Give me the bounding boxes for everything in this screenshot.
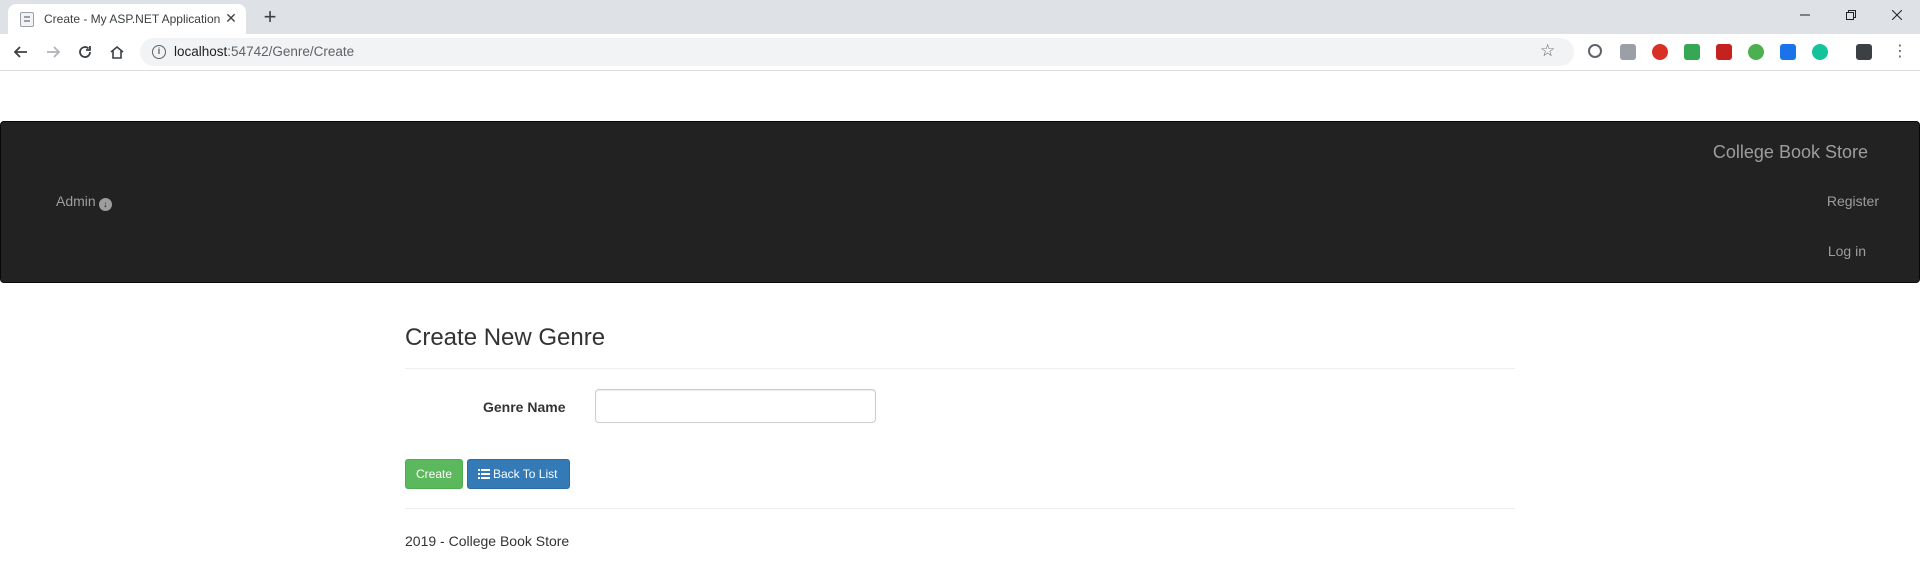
site-navbar: College Book Store Admin ↓ Register Log i… (0, 121, 1920, 283)
restore-icon (1846, 10, 1856, 21)
create-button[interactable]: Create (405, 459, 463, 489)
browser-tab[interactable]: Create - My ASP.NET Application ✕ (8, 4, 246, 34)
restore-button[interactable] (1828, 0, 1874, 30)
arrow-left-icon (13, 46, 27, 58)
home-button[interactable] (105, 40, 129, 64)
stop-extension-icon[interactable] (1652, 44, 1668, 60)
reload-button[interactable] (73, 40, 97, 64)
browser-toolbar: i localhost:54742/Genre/Create ☆ ⋮ (0, 34, 1920, 71)
info-icon[interactable]: i (152, 45, 166, 59)
minimize-button[interactable] (1782, 0, 1828, 30)
forward-button[interactable] (41, 40, 65, 64)
admin-label: Admin (56, 193, 96, 209)
tab-title: Create - My ASP.NET Application (44, 12, 221, 26)
url-text[interactable]: localhost:54742/Genre/Create (174, 44, 354, 59)
divider (405, 368, 1515, 369)
register-link[interactable]: Register (1827, 193, 1879, 209)
close-icon (1891, 9, 1903, 21)
check-extension-icon[interactable] (1748, 44, 1764, 60)
page-favicon-icon (20, 12, 34, 27)
bookmark-star-icon[interactable]: ☆ (1540, 41, 1555, 61)
genre-name-label: Genre Name (483, 399, 566, 415)
reload-icon (79, 45, 91, 58)
minimize-icon (1800, 14, 1810, 16)
url-host: localhost (174, 44, 228, 59)
list-icon (478, 469, 490, 479)
genre-name-input[interactable] (595, 389, 876, 423)
media-extension-icon[interactable] (1716, 44, 1732, 60)
speed-extension-icon[interactable] (1588, 44, 1602, 58)
printer-extension-icon[interactable] (1684, 44, 1700, 60)
home-icon (110, 45, 124, 59)
grammarly-extension-icon[interactable] (1812, 44, 1828, 60)
circle-arrow-down-icon: ↓ (98, 198, 112, 211)
brand-link[interactable]: College Book Store (1713, 142, 1868, 163)
page-title: Create New Genre (405, 324, 606, 351)
calendar-extension-icon[interactable] (1780, 44, 1796, 60)
back-to-list-label: Back To List (493, 467, 558, 481)
close-window-button[interactable] (1874, 0, 1920, 30)
footer-text: 2019 - College Book Store (405, 533, 570, 549)
profile-extension-icon[interactable] (1856, 44, 1872, 60)
browser-menu-icon[interactable]: ⋮ (1890, 40, 1910, 64)
login-link[interactable]: Log in (1828, 243, 1866, 259)
browser-tabstrip: Create - My ASP.NET Application ✕ + (0, 0, 1920, 34)
back-button[interactable] (9, 40, 33, 64)
puzzle-extension-icon[interactable] (1620, 44, 1636, 60)
new-tab-button[interactable]: + (258, 6, 282, 30)
address-bar[interactable]: i localhost:54742/Genre/Create ☆ (140, 38, 1574, 66)
back-to-list-button[interactable]: Back To List (467, 459, 570, 489)
url-path: :54742/Genre/Create (227, 44, 355, 59)
admin-dropdown[interactable]: Admin ↓ (56, 193, 112, 211)
divider (405, 508, 1515, 509)
arrow-right-icon (47, 46, 61, 58)
tab-close-icon[interactable]: ✕ (223, 10, 239, 26)
